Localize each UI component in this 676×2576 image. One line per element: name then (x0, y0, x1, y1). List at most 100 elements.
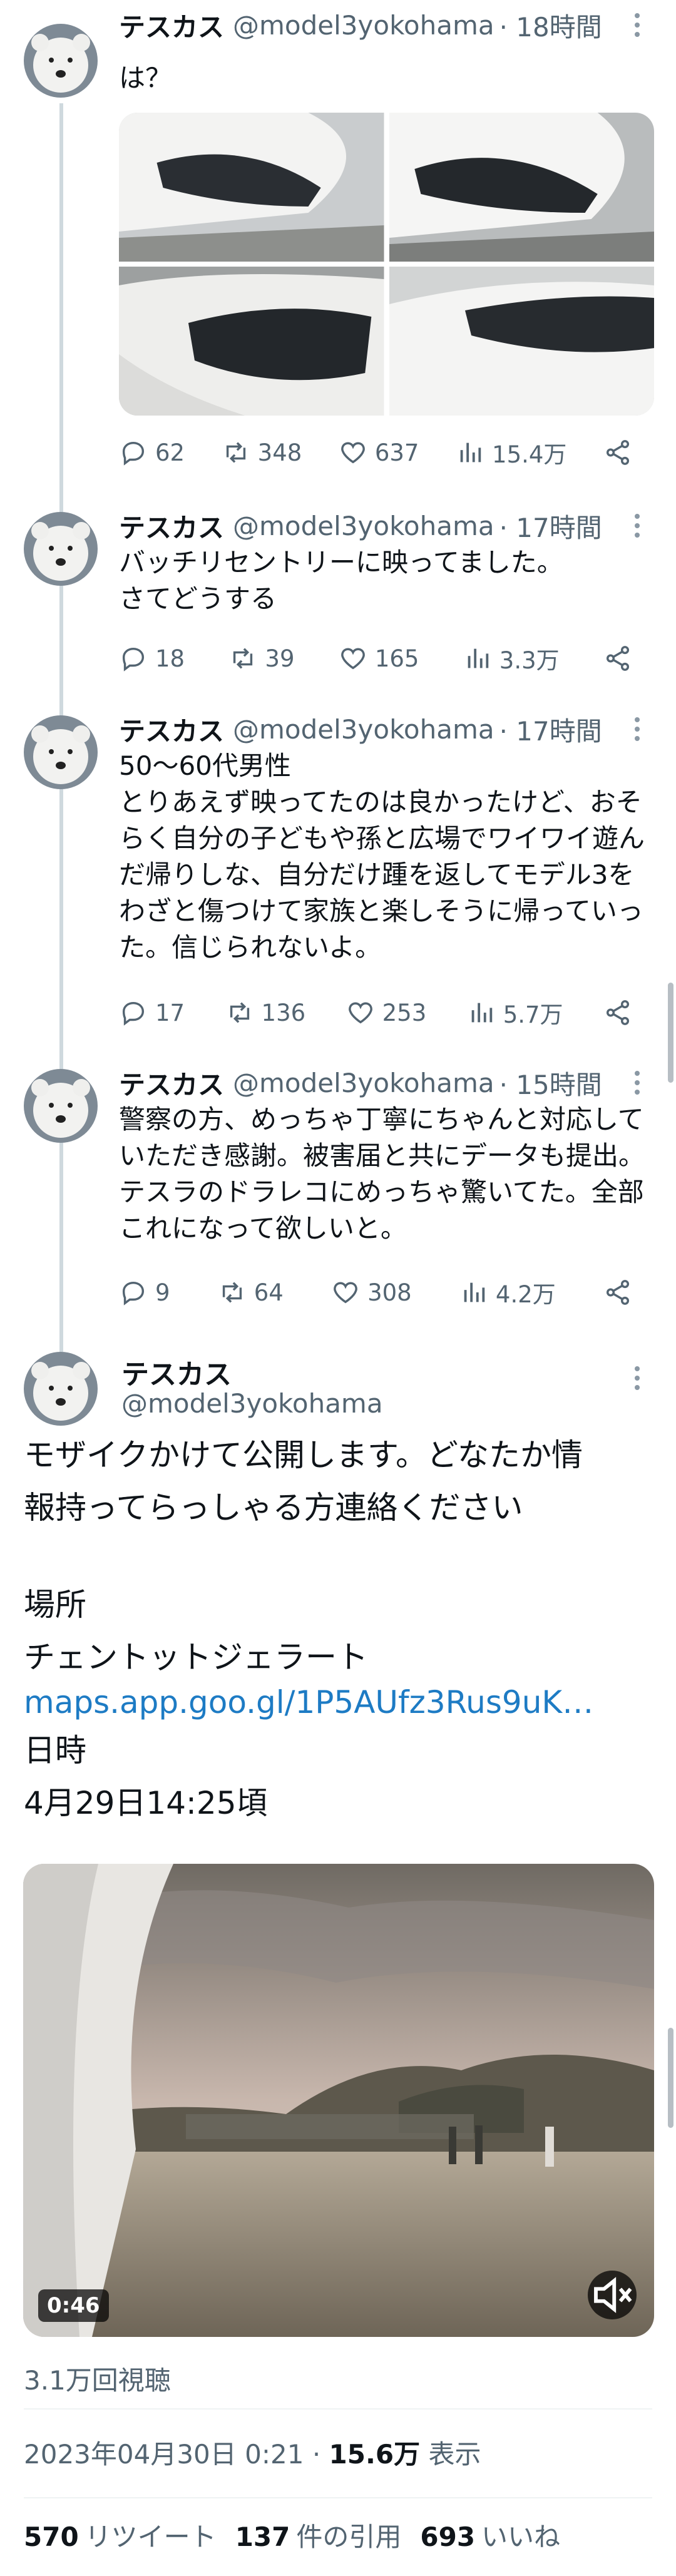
more-options-icon[interactable] (623, 710, 651, 748)
author-handle[interactable]: @model3yokohama (233, 511, 494, 541)
retweet-icon (222, 1282, 242, 1303)
quotes-stat[interactable]: 137 件の引用 (235, 2516, 402, 2554)
tweet-text: 50〜60代男性 とりあえず映ってたのは良かったけど、おそらく自分の子どもや孫と… (119, 750, 645, 963)
views-icon (471, 1003, 492, 1023)
reply-button[interactable]: 9 (119, 1278, 170, 1307)
retweets-stat[interactable]: 570 リツイート (24, 2516, 217, 2554)
retweet-button[interactable]: 136 (225, 998, 305, 1027)
heart-icon (341, 648, 365, 670)
polar-bear-avatar-icon (24, 1352, 98, 1426)
photo-headlight-4[interactable] (389, 267, 654, 416)
video-views: 3.1万回視聴 (24, 2365, 171, 2396)
photo-headlight-1[interactable] (119, 113, 384, 262)
tweet-text: 警察の方、めっちゃ丁寧にちゃんと対応していただき感謝。被害届と共にデータも提出。… (119, 1104, 645, 1244)
reply-icon (122, 647, 145, 672)
share-icon (606, 1000, 630, 1025)
polar-bear-avatar-icon (24, 24, 98, 98)
polar-bear-avatar-icon (24, 1069, 98, 1143)
date-value: 4月29日14:25頃 (24, 1785, 268, 1821)
main-tweet-line-2: 報持ってらっしゃる方連絡ください (24, 1490, 523, 1526)
divider (24, 2497, 652, 2498)
author-handle[interactable]: @model3yokohama (233, 714, 494, 745)
heart-icon (348, 1002, 372, 1024)
place-label: 場所 (24, 1587, 86, 1623)
tweet-text: は？ (119, 63, 172, 93)
avatar[interactable] (24, 24, 98, 98)
reply-button[interactable]: 18 (119, 644, 185, 673)
author-name[interactable]: テスカス (119, 710, 224, 749)
author-name[interactable]: テスカス (119, 6, 224, 44)
tweet-header: テスカス @model3yokohama · 17時間 (119, 710, 602, 748)
views-icon (464, 1282, 485, 1302)
impressions-label: 表示 (428, 2439, 481, 2470)
share-icon (606, 646, 629, 671)
views-button[interactable]: 3.3万 (463, 641, 560, 675)
scrollbar[interactable] (668, 983, 673, 1083)
heart-icon (334, 1282, 357, 1304)
reply-icon (122, 441, 145, 466)
video-player[interactable]: 0:46 (23, 1864, 654, 2337)
photo-headlight-3[interactable] (119, 267, 384, 416)
avatar[interactable] (24, 512, 98, 586)
share-button[interactable] (603, 998, 632, 1027)
author-handle[interactable]: @model3yokohama (233, 1068, 494, 1098)
video-frame (23, 1864, 654, 2337)
more-options-icon[interactable] (623, 1064, 651, 1101)
mute-icon (594, 2277, 632, 2313)
views-button[interactable]: 5.7万 (467, 996, 563, 1030)
reply-button[interactable]: 62 (119, 438, 185, 467)
views-button[interactable]: 15.4万 (456, 436, 566, 469)
tweet-actions: 18 39 165 3.3万 (119, 640, 632, 677)
timestamp[interactable]: 2023年04月30日 0:21 (24, 2439, 304, 2470)
avatar[interactable] (24, 715, 98, 789)
reply-icon (122, 1001, 145, 1026)
like-button[interactable]: 165 (339, 644, 419, 673)
author-handle[interactable]: @model3yokohama (233, 10, 494, 41)
views-button[interactable]: 4.2万 (459, 1275, 556, 1309)
like-button[interactable]: 637 (339, 438, 419, 467)
photo-grid (119, 113, 654, 416)
share-icon (606, 1280, 630, 1305)
views-icon (468, 648, 489, 668)
map-link[interactable]: maps.app.goo.gl/1P5AUfz3Rus9uK… (24, 1676, 650, 1729)
more-options-icon[interactable] (623, 507, 651, 544)
like-button[interactable]: 253 (346, 998, 426, 1027)
tweet-timestamp: 2023年04月30日 0:21 · 15.6万 表示 (24, 2439, 481, 2470)
tweet-header: テスカス @model3yokohama · 15時間 (119, 1064, 602, 1101)
share-button[interactable] (603, 644, 632, 673)
heart-icon (341, 442, 365, 464)
like-button[interactable]: 308 (331, 1278, 412, 1307)
tweet-actions: 9 64 308 4.2万 (119, 1274, 632, 1311)
tweet-text: バッチリセントリーに映ってました。 さてどうする (119, 547, 563, 614)
reply-button[interactable]: 17 (119, 998, 185, 1027)
more-options-icon[interactable] (623, 6, 651, 44)
author-name[interactable]: テスカス (121, 1352, 232, 1392)
photo-headlight-2[interactable] (389, 113, 654, 262)
retweet-icon (233, 648, 253, 669)
share-icon (606, 440, 630, 465)
share-button[interactable] (603, 438, 632, 467)
video-duration: 0:46 (38, 2289, 109, 2322)
views-icon (460, 442, 481, 463)
tweet-time[interactable]: · 15時間 (499, 1064, 602, 1102)
date-label: 日時 (24, 1732, 86, 1769)
main-tweet-line-1: モザイクかけて公開します。どなたか情 (24, 1437, 583, 1473)
avatar[interactable] (24, 1069, 98, 1143)
tweet-time[interactable]: · 17時間 (499, 507, 602, 545)
more-options-icon[interactable] (623, 1359, 651, 1397)
reply-icon (122, 1281, 145, 1306)
author-name[interactable]: テスカス (119, 507, 224, 545)
author-handle[interactable]: @model3yokohama (121, 1388, 383, 1419)
scrollbar[interactable] (668, 2028, 673, 2128)
tweet-time[interactable]: · 18時間 (499, 6, 602, 44)
retweet-button[interactable]: 39 (228, 644, 295, 673)
tweet-time[interactable]: · 17時間 (499, 710, 602, 749)
author-name[interactable]: テスカス (119, 1064, 224, 1102)
retweet-button[interactable]: 64 (218, 1278, 284, 1307)
share-button[interactable] (603, 1278, 632, 1307)
retweet-button[interactable]: 348 (222, 438, 302, 467)
impressions-count: 15.6万 (329, 2439, 421, 2470)
avatar[interactable] (24, 1352, 98, 1426)
mute-button[interactable] (588, 2271, 637, 2319)
likes-stat[interactable]: 693 いいね (420, 2516, 560, 2554)
